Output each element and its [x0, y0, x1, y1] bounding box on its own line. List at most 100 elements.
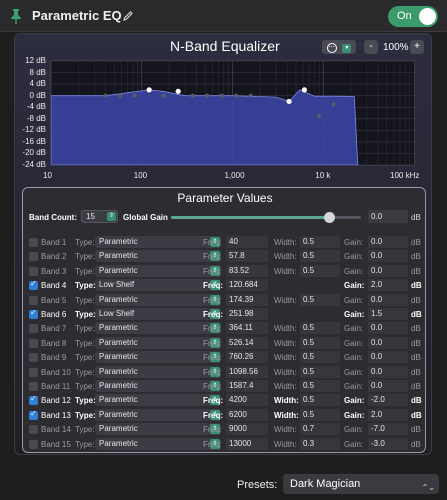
band-handle: [219, 93, 224, 98]
gain-field[interactable]: -7.0: [368, 423, 408, 436]
freq-label: Freq:: [203, 252, 222, 262]
width-field[interactable]: 0.5: [300, 408, 340, 421]
power-toggle[interactable]: On: [388, 6, 438, 27]
band-enable-checkbox[interactable]: [29, 439, 38, 449]
band-enable-checkbox[interactable]: [29, 338, 38, 348]
freq-field[interactable]: 1098.56: [226, 365, 268, 378]
width-field[interactable]: 0.5: [300, 264, 340, 277]
freq-field[interactable]: 13000: [226, 437, 268, 450]
freq-field[interactable]: 9000: [226, 423, 268, 436]
gain-field[interactable]: 0.0: [368, 264, 408, 277]
band-enable-checkbox[interactable]: [29, 295, 38, 305]
freq-field[interactable]: 174.39: [226, 293, 268, 306]
band-row: Band 3 Type: Parametric ⇕ Freq: 83.52 Width: 0.…: [29, 264, 421, 278]
y-tick-label: -4 dB: [26, 102, 46, 112]
band-enable-checkbox[interactable]: [29, 353, 38, 363]
band-enable-checkbox[interactable]: [29, 367, 38, 377]
freq-field[interactable]: 57.8: [226, 250, 268, 263]
band-name: Band 9: [41, 353, 67, 363]
eq-curve-plot[interactable]: [50, 60, 414, 166]
gain-label: Gain:: [344, 266, 364, 276]
gain-field[interactable]: 1.5: [368, 308, 408, 320]
gain-field[interactable]: 0.0: [368, 380, 408, 392]
freq-field[interactable]: 120.684: [226, 279, 268, 292]
pin-icon[interactable]: [9, 8, 23, 24]
width-field[interactable]: 0.5: [300, 236, 340, 248]
band-count-stepper[interactable]: 15 ⇕: [81, 210, 118, 223]
width-field[interactable]: 0.5: [300, 250, 340, 263]
ellipsis-icon: ⋯: [326, 43, 337, 53]
width-field[interactable]: 0.5: [300, 322, 340, 335]
band-enable-checkbox[interactable]: [29, 279, 38, 291]
freq-label: Freq:: [203, 281, 223, 291]
gain-field[interactable]: 0.0: [368, 250, 408, 263]
gain-field[interactable]: 0.0: [368, 236, 408, 248]
width-label: Width:: [274, 367, 297, 377]
band-enable-checkbox[interactable]: [29, 308, 38, 319]
width-field[interactable]: 0.5: [300, 336, 340, 349]
type-label: Type:: [75, 252, 95, 262]
freq-field[interactable]: 40: [226, 236, 268, 248]
global-gain-label: Global Gain: [123, 213, 168, 222]
width-field[interactable]: 0.7: [300, 423, 340, 436]
pencil-icon[interactable]: [122, 10, 134, 22]
band-enable-checkbox[interactable]: [29, 252, 38, 262]
zoom-level: 100%: [383, 42, 409, 53]
band-enable-checkbox[interactable]: [29, 324, 38, 334]
parameter-values-title: Parameter Values: [177, 191, 273, 205]
options-dropdown[interactable]: ⋯ ▾: [322, 40, 356, 54]
y-tick-label: -20 dB: [22, 148, 46, 158]
gain-field[interactable]: 2.0: [368, 279, 408, 292]
width-field[interactable]: 0.5: [300, 365, 340, 378]
gain-label: Gain:: [344, 338, 364, 348]
band-enable-checkbox[interactable]: [29, 382, 38, 391]
width-label: Width:: [274, 425, 297, 435]
zoom-in-button[interactable]: +: [410, 40, 424, 54]
eq-graph[interactable]: [50, 60, 415, 166]
gain-field[interactable]: 0.0: [368, 365, 408, 378]
width-field[interactable]: 0.5: [300, 394, 340, 407]
global-gain-field[interactable]: 0.0: [368, 210, 408, 223]
freq-label: Freq:: [203, 353, 222, 363]
gain-field[interactable]: -3.0: [368, 437, 408, 450]
y-tick-label: -8 dB: [26, 113, 46, 123]
freq-field[interactable]: 83.52: [226, 264, 268, 277]
presets-dropdown[interactable]: Dark Magician ⌃⌄: [283, 474, 439, 494]
freq-field[interactable]: 364.11: [226, 322, 268, 335]
freq-field[interactable]: 251.98: [226, 308, 268, 320]
zoom-out-button[interactable]: -: [364, 40, 378, 54]
x-tick-label: 10 k: [315, 171, 331, 180]
freq-field[interactable]: 760.26: [226, 351, 268, 364]
gain-field[interactable]: 0.0: [368, 351, 408, 364]
gain-field[interactable]: 2.0: [368, 408, 408, 421]
freq-field[interactable]: 526.14: [226, 336, 268, 349]
band-enable-checkbox[interactable]: [29, 394, 38, 406]
width-label: Width:: [274, 353, 297, 363]
width-field[interactable]: 0.5: [300, 351, 340, 364]
width-field[interactable]: 0.5: [300, 293, 340, 306]
band-enable-checkbox[interactable]: [29, 238, 38, 247]
y-tick-label: 8 dB: [29, 67, 46, 77]
global-gain-knob[interactable]: [323, 212, 335, 223]
freq-field[interactable]: 4200: [226, 394, 268, 407]
gain-field[interactable]: -2.0: [368, 394, 408, 407]
freq-field[interactable]: 1587.4: [226, 380, 268, 392]
presets-value: Dark Magician: [290, 478, 361, 490]
width-field[interactable]: 0.5: [300, 380, 340, 392]
band-enable-checkbox[interactable]: [29, 409, 38, 420]
band-row: Band 14 Type: Parametric ⇕ Freq: 9000 Width: 0.…: [29, 423, 421, 436]
band-handle: [161, 93, 166, 98]
freq-field[interactable]: 6200: [226, 408, 268, 421]
freq-label: Freq:: [203, 324, 222, 334]
global-gain-slider[interactable]: [171, 212, 361, 223]
gain-field[interactable]: 0.0: [368, 293, 408, 306]
gain-label: Gain:: [344, 353, 364, 363]
band-enable-checkbox[interactable]: [29, 425, 38, 435]
band-enable-checkbox[interactable]: [29, 266, 38, 276]
gain-field[interactable]: 0.0: [368, 336, 408, 349]
gain-label: Gain:: [344, 238, 364, 247]
presets-label: Presets:: [237, 479, 278, 491]
width-field[interactable]: 0.3: [300, 437, 340, 450]
stepper-icon: ⇕: [107, 212, 116, 221]
gain-field[interactable]: 0.0: [368, 322, 408, 335]
